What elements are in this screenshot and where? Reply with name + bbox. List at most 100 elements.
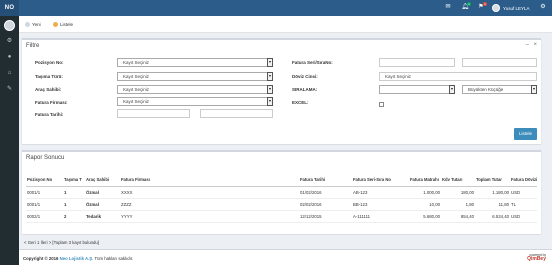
- cell-arac-sahibi: Özmal: [85, 186, 120, 199]
- brand-link[interactable]: Neo Lojistik A.Ş.: [60, 256, 94, 261]
- footer: Copyright © 2016 Neo Lojistik A.Ş. Tüm h…: [19, 249, 552, 265]
- column-header[interactable]: Fatura Tarihi: [299, 174, 352, 187]
- gear-icon[interactable]: ⚙: [5, 37, 14, 45]
- fatura-tarihi-start-input[interactable]: [117, 109, 190, 118]
- fatura-sira-input[interactable]: [462, 58, 537, 67]
- cell-kdv: 1,80: [441, 198, 475, 211]
- listele-button[interactable]: Listele: [514, 128, 537, 140]
- globe-icon[interactable]: ●: [5, 53, 14, 61]
- top-navbar: NO ✉ 🔔︎ 1 ⚑ 1 Yusuf LEYLA ⚙: [0, 0, 552, 16]
- filter-title: Filtre: [26, 43, 40, 49]
- chevron-down-icon[interactable]: ▼: [267, 58, 273, 67]
- avatar: [492, 4, 500, 12]
- arac-sahibi-value: Kayıt Seçiniz: [123, 87, 150, 92]
- notification-badge: 1: [467, 2, 471, 6]
- cell-pozisyon-no: 0001/1: [26, 186, 63, 199]
- filter-panel: Filtre – × Pozisyon No: Kayıt Seçiniz ▼ …: [22, 38, 541, 144]
- fatura-firmasi-value: Kayıt Seçiniz: [123, 99, 150, 104]
- cell-tasima-turu: 1: [63, 198, 85, 211]
- cell-tasima-turu: 2: [63, 210, 85, 223]
- list-icon: [53, 22, 58, 27]
- table-header-row: Pozisyon No Taşıma T Araç Sahibi Fatura …: [26, 174, 537, 187]
- doviz-cinsi-label: Döviz Cinsi:: [292, 74, 318, 79]
- app-logo[interactable]: NO: [0, 0, 19, 16]
- sidebar: ⚙ ● ⌂ ✎: [0, 16, 19, 265]
- tasima-turu-value: Kayıt Seçiniz: [123, 74, 150, 79]
- column-header[interactable]: Taşıma T: [63, 174, 85, 187]
- fatura-firmasi-select[interactable]: Kayıt Seçiniz ▼: [117, 97, 273, 106]
- task-badge: 1: [483, 2, 487, 6]
- new-icon: [25, 22, 30, 27]
- chevron-down-icon[interactable]: ▼: [267, 97, 273, 106]
- column-header[interactable]: Toplam Tutar: [475, 174, 510, 187]
- user-menu[interactable]: Yusuf LEYLA: [492, 3, 530, 13]
- cell-pozisyon-no: 0002/1: [26, 210, 63, 223]
- cell-doviz: USD: [510, 210, 537, 223]
- column-header[interactable]: Fatura Matrahı: [409, 174, 441, 187]
- chevron-down-icon[interactable]: ▼: [531, 85, 537, 94]
- cell-kdv: 854,40: [441, 210, 475, 223]
- gear-icon[interactable]: ⚙: [539, 4, 547, 11]
- cell-fatura-tarihi: 02/02/2016: [299, 198, 352, 211]
- cell-doviz: USD: [510, 186, 537, 199]
- cell-toplam: 6.534,40: [475, 210, 510, 223]
- fatura-tarihi-label: Fatura Tarihi:: [35, 112, 64, 117]
- powered-by: powered by QimBey: [527, 253, 546, 262]
- edit-icon[interactable]: ✎: [5, 85, 14, 93]
- cell-matrah: 5.680,00: [409, 210, 441, 223]
- cell-fatura-tarihi: 12/12/2015: [299, 210, 352, 223]
- siralama-field-select[interactable]: ▼: [379, 85, 455, 94]
- table-row[interactable]: 0002/1 2 Tedarik YYYY 12/12/2015 A-11111…: [26, 210, 537, 223]
- doviz-cinsi-value: Kayıt Seçiniz: [385, 74, 412, 79]
- cell-seri-sira: AB-123: [352, 186, 409, 199]
- table-row[interactable]: 0001/1 1 Özmal ZZZZ 02/02/2016 BB-123 10…: [26, 198, 537, 211]
- column-header[interactable]: Araç Sahibi: [85, 174, 120, 187]
- home-icon[interactable]: ⌂: [5, 69, 14, 77]
- powered-by-logo[interactable]: QimBey: [527, 257, 546, 262]
- cell-seri-sira: BB-123: [352, 198, 409, 211]
- column-header[interactable]: Pozisyon No: [26, 174, 63, 187]
- fatura-tarihi-end-input[interactable]: [200, 109, 273, 118]
- column-header[interactable]: Fatura Firması: [120, 174, 299, 187]
- cell-kdv: 180,00: [441, 186, 475, 199]
- fatura-firmasi-label: Fatura Firması:: [35, 100, 68, 105]
- copyright-prefix: Copyright © 2016: [23, 256, 59, 261]
- arac-sahibi-label: Araç Sahibi:: [35, 87, 62, 92]
- report-panel: Rapor Sonucu Pozisyon No Taşıma T Araç S…: [22, 150, 541, 234]
- fatura-seri-input[interactable]: [379, 58, 455, 67]
- cell-matrah: 1.000,00: [409, 186, 441, 199]
- tab-list[interactable]: Listele: [53, 20, 73, 29]
- cell-fatura-firmasi: ZZZZ: [120, 198, 299, 211]
- chevron-down-icon[interactable]: ▼: [449, 85, 455, 94]
- tasima-turu-label: Taşıma Türü:: [35, 74, 63, 79]
- pozisyon-no-label: Pozisyon No:: [35, 60, 64, 65]
- cell-pozisyon-no: 0001/1: [26, 198, 63, 211]
- tab-new[interactable]: Yeni: [25, 20, 41, 29]
- siralama-order-select[interactable]: Büyükten Küçüğe ▼: [462, 85, 537, 94]
- sidebar-avatar[interactable]: [4, 20, 15, 31]
- close-icon[interactable]: ×: [533, 42, 537, 48]
- cell-arac-sahibi: Tedarik: [85, 210, 120, 223]
- column-header[interactable]: Kdv Tutarı: [441, 174, 475, 187]
- copyright-suffix: Tüm hakları saklıdır.: [94, 256, 134, 261]
- table-row[interactable]: 0001/1 1 Özmal XXXX 01/02/2016 AB-123 1.…: [26, 186, 537, 199]
- column-header[interactable]: Fatura Seri-Sıra No: [352, 174, 409, 187]
- envelope-icon[interactable]: ✉: [444, 4, 452, 11]
- chevron-down-icon[interactable]: ▼: [267, 85, 273, 94]
- column-header[interactable]: Fatura Dövizi: [510, 174, 537, 187]
- copyright: Copyright © 2016 Neo Lojistik A.Ş. Tüm h…: [23, 256, 133, 261]
- collapse-icon[interactable]: –: [526, 42, 529, 48]
- cell-fatura-firmasi: YYYY: [120, 210, 299, 223]
- doviz-cinsi-select[interactable]: Kayıt Seçiniz: [379, 72, 537, 81]
- chevron-down-icon[interactable]: ▼: [267, 72, 273, 81]
- pagination[interactable]: < Geri 1 İleri > [Toplam 3 kayıt bulundu…: [24, 240, 99, 245]
- cell-matrah: 10,00: [409, 198, 441, 211]
- fatura-seri-sira-label: Fatura Seri/SıraNo:: [292, 60, 333, 65]
- excel-checkbox[interactable]: [379, 102, 384, 107]
- tasima-turu-select[interactable]: Kayıt Seçiniz ▼: [117, 72, 273, 81]
- pozisyon-no-select[interactable]: Kayıt Seçiniz ▼: [117, 58, 273, 67]
- arac-sahibi-select[interactable]: Kayıt Seçiniz ▼: [117, 85, 273, 94]
- siralama-label: SIRALAMA:: [292, 87, 318, 92]
- tab-list-label: Listele: [60, 22, 74, 27]
- cell-toplam: 1.180,00: [475, 186, 510, 199]
